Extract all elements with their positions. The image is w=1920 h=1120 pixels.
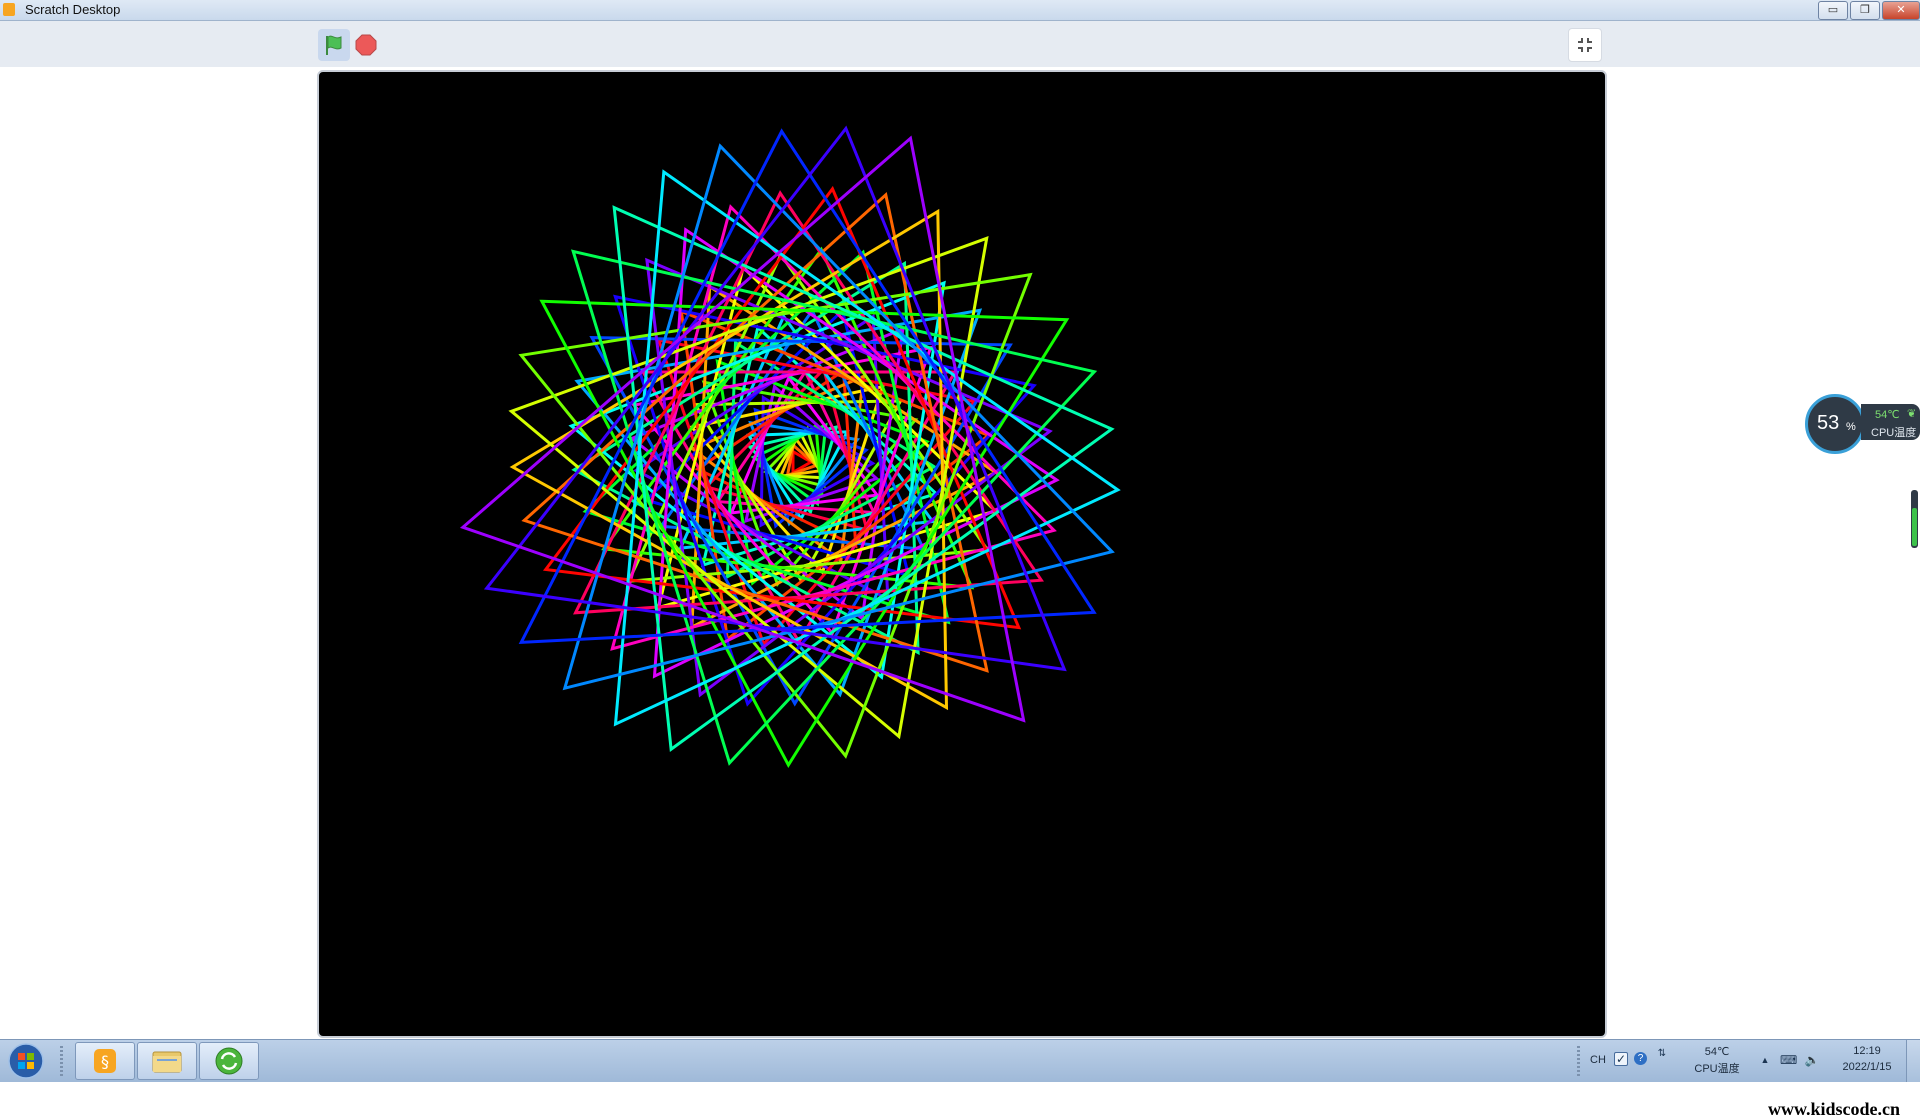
memory-fill — [1912, 508, 1917, 546]
ime-indicator[interactable]: CH — [1590, 1054, 1606, 1066]
green-flag-icon — [326, 35, 342, 55]
tray-grip[interactable] — [1577, 1046, 1580, 1076]
clock-date[interactable]: 2022/1/15 — [1830, 1061, 1904, 1073]
svg-text:§: § — [101, 1052, 109, 1071]
volume-icon[interactable]: 🔈 — [1804, 1052, 1820, 1068]
network-icon[interactable]: ⌨ — [1780, 1052, 1797, 1068]
stage-controls-bar — [0, 21, 1920, 67]
scratch-app-icon — [3, 3, 15, 16]
window-titlebar: Scratch Desktop ▭ ❐ ✕ — [0, 0, 1920, 21]
minimize-button[interactable]: ▭ — [1818, 1, 1848, 20]
restore-button[interactable]: ❐ — [1850, 1, 1880, 20]
cpu-percent: 53 — [1817, 412, 1840, 434]
watermark: www.kidscode.cn — [1768, 1099, 1901, 1119]
show-hidden-icons-icon[interactable]: ▲ — [1757, 1052, 1773, 1068]
tray-arrow-icon[interactable]: ⇅ — [1654, 1046, 1670, 1062]
folder-icon — [152, 1051, 182, 1073]
green-flag-button[interactable] — [318, 29, 350, 61]
scratch-cat-icon: § — [94, 1049, 116, 1073]
windows-logo-icon — [8, 1043, 44, 1079]
leaf-icon: ❦ — [1907, 408, 1917, 420]
exit-fullscreen-button[interactable] — [1568, 28, 1602, 62]
scratch-stage[interactable] — [317, 70, 1607, 1038]
taskbar-grip[interactable] — [60, 1046, 63, 1076]
stop-button[interactable] — [354, 33, 378, 57]
taskbar-app-button[interactable] — [199, 1042, 259, 1080]
help-icon[interactable]: ? — [1634, 1052, 1647, 1065]
cpu-monitor-widget[interactable]: 53 % 54℃ ❦ CPU温度 — [1805, 394, 1920, 454]
exit-fullscreen-icon — [1578, 38, 1592, 52]
cpu-percent-symbol: % — [1846, 421, 1856, 433]
windows-taskbar: § CH ✓ ? ⇅ 54℃ CPU温度 ▲ ⌨ 🔈 12:19 2022/1/… — [0, 1039, 1920, 1082]
cpu-temp-panel: 54℃ ❦ CPU温度 — [1861, 404, 1920, 440]
close-button[interactable]: ✕ — [1882, 1, 1920, 20]
pen-drawing-spirograph — [459, 125, 1121, 768]
taskbar-explorer-button[interactable] — [137, 1042, 197, 1080]
tray-temperature-label: CPU温度 — [1694, 1063, 1740, 1075]
refresh-arrows-icon — [215, 1047, 243, 1075]
clock-time[interactable]: 12:19 — [1830, 1045, 1904, 1057]
cpu-temperature: 54℃ — [1875, 409, 1900, 421]
checkbox-icon[interactable]: ✓ — [1614, 1052, 1628, 1066]
cpu-temp-label: CPU温度 — [1871, 427, 1917, 439]
tray-temperature: 54℃ — [1704, 1046, 1730, 1058]
show-desktop-button[interactable] — [1906, 1040, 1920, 1082]
stop-icon — [355, 34, 377, 56]
memory-side-indicator[interactable] — [1911, 490, 1918, 548]
cpu-usage-gauge: 53 % — [1805, 394, 1865, 454]
start-button[interactable] — [6, 1042, 46, 1080]
taskbar-scratch-button[interactable]: § — [75, 1042, 135, 1080]
window-title: Scratch Desktop — [25, 2, 121, 17]
